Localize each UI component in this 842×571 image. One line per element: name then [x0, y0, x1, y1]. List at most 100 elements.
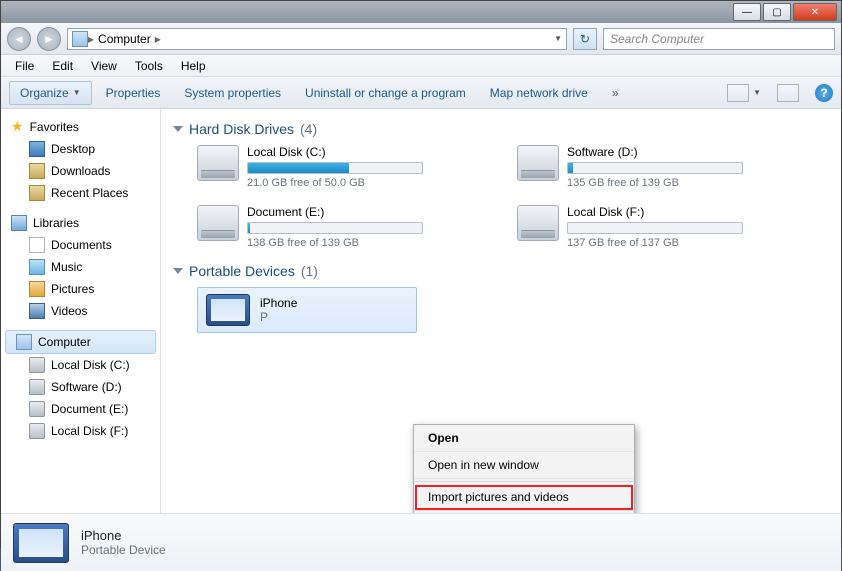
context-menu: OpenOpen in new window Import pictures an…	[413, 424, 635, 513]
sidebar-item-disk-c[interactable]: Local Disk (C:)	[1, 354, 160, 376]
sidebar-item-disk-f[interactable]: Local Disk (F:)	[1, 420, 160, 442]
status-device-icon	[13, 523, 69, 563]
context-item[interactable]: Open	[414, 425, 634, 452]
drive-item[interactable]: Software (D:) 135 GB free of 139 GB	[517, 145, 797, 189]
navbar: ◄ ► ▸ Computer ▸ ▼ ↻ Search Computer	[1, 23, 841, 55]
toolbar-properties[interactable]: Properties	[96, 82, 171, 104]
videos-icon	[29, 303, 45, 319]
disk-icon	[29, 423, 45, 439]
drive-usage-bar	[247, 222, 423, 234]
search-input[interactable]: Search Computer	[603, 28, 835, 50]
address-bar[interactable]: ▸ Computer ▸ ▼	[67, 28, 567, 50]
music-icon	[29, 259, 45, 275]
recent-icon	[29, 185, 45, 201]
sidebar-head-computer[interactable]: Computer	[5, 330, 156, 354]
section-hdd[interactable]: Hard Disk Drives (4)	[173, 121, 829, 137]
maximize-button[interactable]: ▢	[763, 3, 791, 21]
drive-name: Local Disk (C:)	[247, 145, 423, 159]
star-icon: ★	[11, 118, 24, 135]
drive-name: Document (E:)	[247, 205, 423, 219]
breadcrumb-computer[interactable]: Computer	[94, 32, 155, 46]
toolbar-overflow[interactable]: »	[602, 82, 629, 104]
drive-usage-bar	[247, 162, 423, 174]
drive-free-text: 135 GB free of 139 GB	[567, 177, 743, 189]
sidebar-item-pictures[interactable]: Pictures	[1, 278, 160, 300]
device-iphone[interactable]: iPhone P	[197, 287, 417, 333]
main-panel: Hard Disk Drives (4) Local Disk (C:) 21.…	[161, 109, 841, 513]
context-item[interactable]: Open in new window	[414, 452, 634, 479]
section-portable[interactable]: Portable Devices (1)	[173, 263, 829, 279]
drive-free-text: 137 GB free of 137 GB	[567, 237, 743, 249]
status-name: iPhone	[81, 528, 166, 543]
toolbar: Organize ▼ Properties System properties …	[1, 77, 841, 109]
toolbar-uninstall[interactable]: Uninstall or change a program	[295, 82, 476, 104]
view-mode-button[interactable]	[727, 84, 749, 102]
libraries-icon	[11, 215, 27, 231]
forward-button[interactable]: ►	[37, 27, 61, 51]
status-type: Portable Device	[81, 543, 166, 557]
status-bar: iPhone Portable Device	[1, 513, 841, 571]
minimize-button[interactable]: —	[733, 3, 761, 21]
disk-icon	[29, 379, 45, 395]
menu-help[interactable]: Help	[173, 57, 214, 75]
sidebar-computer: Computer Local Disk (C:) Software (D:) D…	[1, 330, 160, 442]
drive-name: Software (D:)	[567, 145, 743, 159]
titlebar: — ▢ ✕	[1, 1, 841, 23]
help-icon[interactable]: ?	[815, 84, 833, 102]
sidebar-item-disk-e[interactable]: Document (E:)	[1, 398, 160, 420]
sidebar-item-downloads[interactable]: Downloads	[1, 160, 160, 182]
address-dropdown-icon[interactable]: ▼	[554, 34, 562, 43]
drive-item[interactable]: Document (E:) 138 GB free of 139 GB	[197, 205, 477, 249]
preview-pane-button[interactable]	[777, 84, 799, 102]
close-button[interactable]: ✕	[793, 3, 837, 21]
drive-item[interactable]: Local Disk (F:) 137 GB free of 137 GB	[517, 205, 797, 249]
sidebar-head-favorites[interactable]: ★Favorites	[1, 115, 160, 138]
disk-icon	[197, 205, 239, 241]
chevron-down-icon: ▼	[73, 88, 81, 97]
chevron-right-icon: ▸	[155, 32, 161, 46]
back-button[interactable]: ◄	[7, 27, 31, 51]
collapse-icon	[173, 268, 183, 274]
toolbar-system-properties[interactable]: System properties	[174, 82, 291, 104]
disk-icon	[517, 205, 559, 241]
sidebar-item-desktop[interactable]: Desktop	[1, 138, 160, 160]
computer-icon	[72, 31, 88, 47]
menu-tools[interactable]: Tools	[127, 57, 171, 75]
collapse-icon	[173, 126, 183, 132]
documents-icon	[29, 237, 45, 253]
disk-icon	[517, 145, 559, 181]
drive-usage-bar	[567, 162, 743, 174]
content-area: ★Favorites Desktop Downloads Recent Plac…	[1, 109, 841, 513]
sidebar-libraries: Libraries Documents Music Pictures Video…	[1, 212, 160, 322]
device-name: iPhone	[260, 296, 297, 310]
toolbar-map-drive[interactable]: Map network drive	[480, 82, 598, 104]
organize-label: Organize	[20, 86, 69, 100]
sidebar-item-videos[interactable]: Videos	[1, 300, 160, 322]
drive-item[interactable]: Local Disk (C:) 21.0 GB free of 50.0 GB	[197, 145, 477, 189]
chevron-down-icon[interactable]: ▼	[753, 88, 761, 97]
sidebar-item-recent[interactable]: Recent Places	[1, 182, 160, 204]
sidebar-favorites: ★Favorites Desktop Downloads Recent Plac…	[1, 115, 160, 204]
sidebar-item-disk-d[interactable]: Software (D:)	[1, 376, 160, 398]
explorer-window: — ▢ ✕ ◄ ► ▸ Computer ▸ ▼ ↻ Search Comput…	[0, 0, 842, 548]
drive-usage-bar	[567, 222, 743, 234]
pictures-icon	[29, 281, 45, 297]
organize-button[interactable]: Organize ▼	[9, 81, 92, 105]
menu-edit[interactable]: Edit	[44, 57, 81, 75]
drive-free-text: 138 GB free of 139 GB	[247, 237, 423, 249]
refresh-button[interactable]: ↻	[573, 28, 597, 50]
computer-icon	[16, 334, 32, 350]
sidebar-item-documents[interactable]: Documents	[1, 234, 160, 256]
menu-view[interactable]: View	[83, 57, 125, 75]
device-type: P	[260, 310, 297, 324]
context-separator	[414, 481, 634, 482]
disk-icon	[197, 145, 239, 181]
menubar: File Edit View Tools Help	[1, 55, 841, 77]
desktop-icon	[29, 141, 45, 157]
sidebar: ★Favorites Desktop Downloads Recent Plac…	[1, 109, 161, 513]
drive-free-text: 21.0 GB free of 50.0 GB	[247, 177, 423, 189]
sidebar-head-libraries[interactable]: Libraries	[1, 212, 160, 234]
context-item[interactable]: Import pictures and videos	[414, 484, 634, 511]
menu-file[interactable]: File	[7, 57, 42, 75]
sidebar-item-music[interactable]: Music	[1, 256, 160, 278]
